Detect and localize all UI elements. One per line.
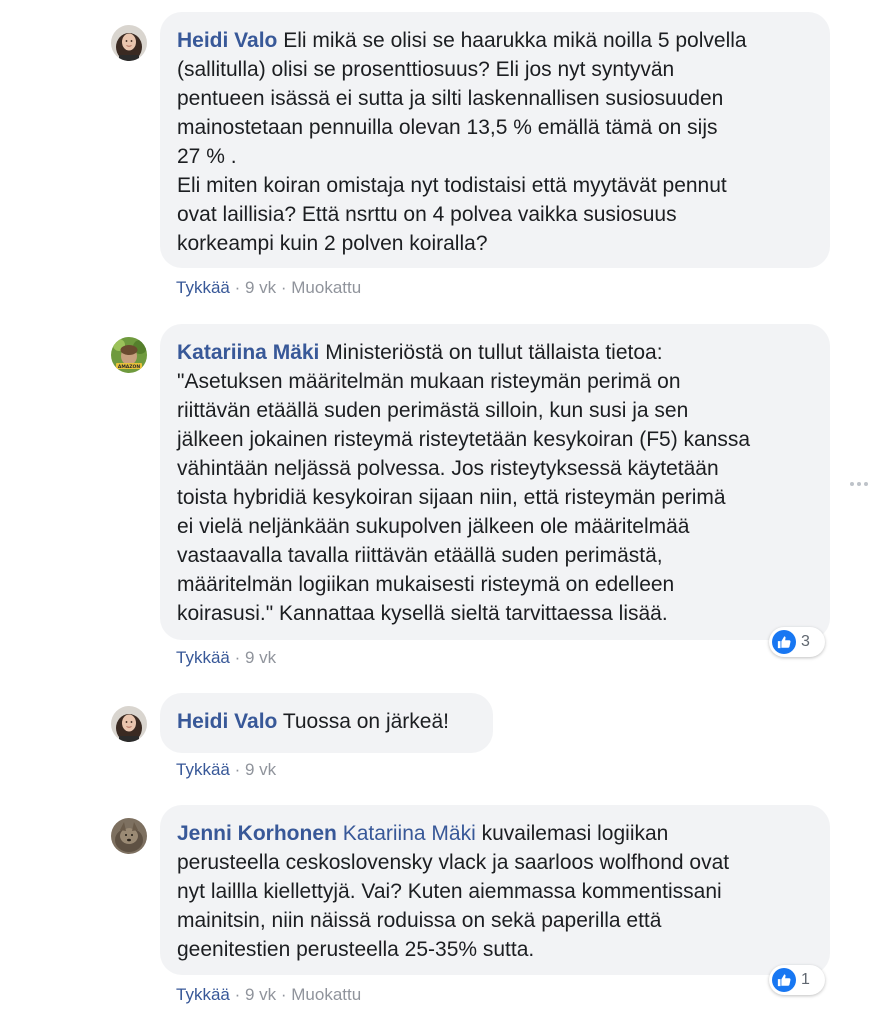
comment-actions: Tykkää · 9 vk — [176, 760, 276, 780]
comment-text: Tuossa on järkeä! — [277, 710, 449, 733]
comment-actions: Tykkää · 9 vk — [176, 648, 276, 668]
dot — [850, 482, 854, 486]
thumbs-up-icon — [772, 630, 796, 654]
comment-author[interactable]: Heidi Valo — [177, 29, 277, 52]
comment-actions: Tykkää · 9 vk · Muokattu — [176, 985, 361, 1005]
reaction-count[interactable]: 1 — [769, 965, 825, 995]
separator: · — [276, 278, 292, 297]
comment-actions: Tykkää · 9 vk · Muokattu — [176, 278, 361, 298]
comment-timestamp[interactable]: 9 vk — [245, 760, 276, 779]
avatar[interactable] — [111, 818, 147, 854]
comment-text: Eli mikä se olisi se haarukka mikä noill… — [177, 29, 747, 255]
avatar[interactable]: AMAZON — [111, 337, 147, 373]
comment-bubble: Katariina Mäki Ministeriöstä on tullut t… — [160, 324, 830, 640]
thumbs-up-icon — [772, 968, 796, 992]
avatar[interactable] — [111, 706, 147, 742]
like-button[interactable]: Tykkää — [176, 985, 230, 1004]
comment-bubble: Heidi Valo Tuossa on järkeä! — [160, 693, 493, 753]
comment-timestamp[interactable]: 9 vk — [245, 648, 276, 667]
like-button[interactable]: Tykkää — [176, 648, 230, 667]
like-button[interactable]: Tykkää — [176, 760, 230, 779]
comment-timestamp[interactable]: 9 vk — [245, 985, 276, 1004]
comment-author[interactable]: Katariina Mäki — [177, 341, 319, 364]
comment-author[interactable]: Jenni Korhonen — [177, 822, 337, 845]
edited-label[interactable]: Muokattu — [291, 985, 361, 1004]
avatar-badge-text: AMAZON — [118, 364, 141, 370]
comment-author[interactable]: Heidi Valo — [177, 710, 277, 733]
dot — [864, 482, 868, 486]
reaction-count[interactable]: 3 — [769, 627, 825, 657]
separator: · — [229, 760, 245, 779]
comment-thread: Heidi Valo Eli mikä se olisi se haarukka… — [0, 0, 887, 1024]
separator: · — [229, 278, 245, 297]
reaction-count-value: 1 — [801, 971, 810, 988]
comment-timestamp[interactable]: 9 vk — [245, 278, 276, 297]
reaction-count-value: 3 — [801, 633, 810, 650]
separator: · — [229, 648, 245, 667]
comment-bubble: Heidi Valo Eli mikä se olisi se haarukka… — [160, 12, 830, 268]
separator: · — [276, 985, 292, 1004]
like-button[interactable]: Tykkää — [176, 278, 230, 297]
avatar[interactable] — [111, 25, 147, 61]
mention-link[interactable]: Katariina Mäki — [343, 822, 476, 845]
edited-label[interactable]: Muokattu — [291, 278, 361, 297]
comment-bubble: Jenni Korhonen Katariina Mäki kuvailemas… — [160, 805, 830, 975]
more-options-icon[interactable] — [844, 474, 874, 494]
comment-text: Ministeriöstä on tullut tällaista tietoa… — [177, 341, 751, 625]
separator: · — [229, 985, 245, 1004]
dot — [857, 482, 861, 486]
